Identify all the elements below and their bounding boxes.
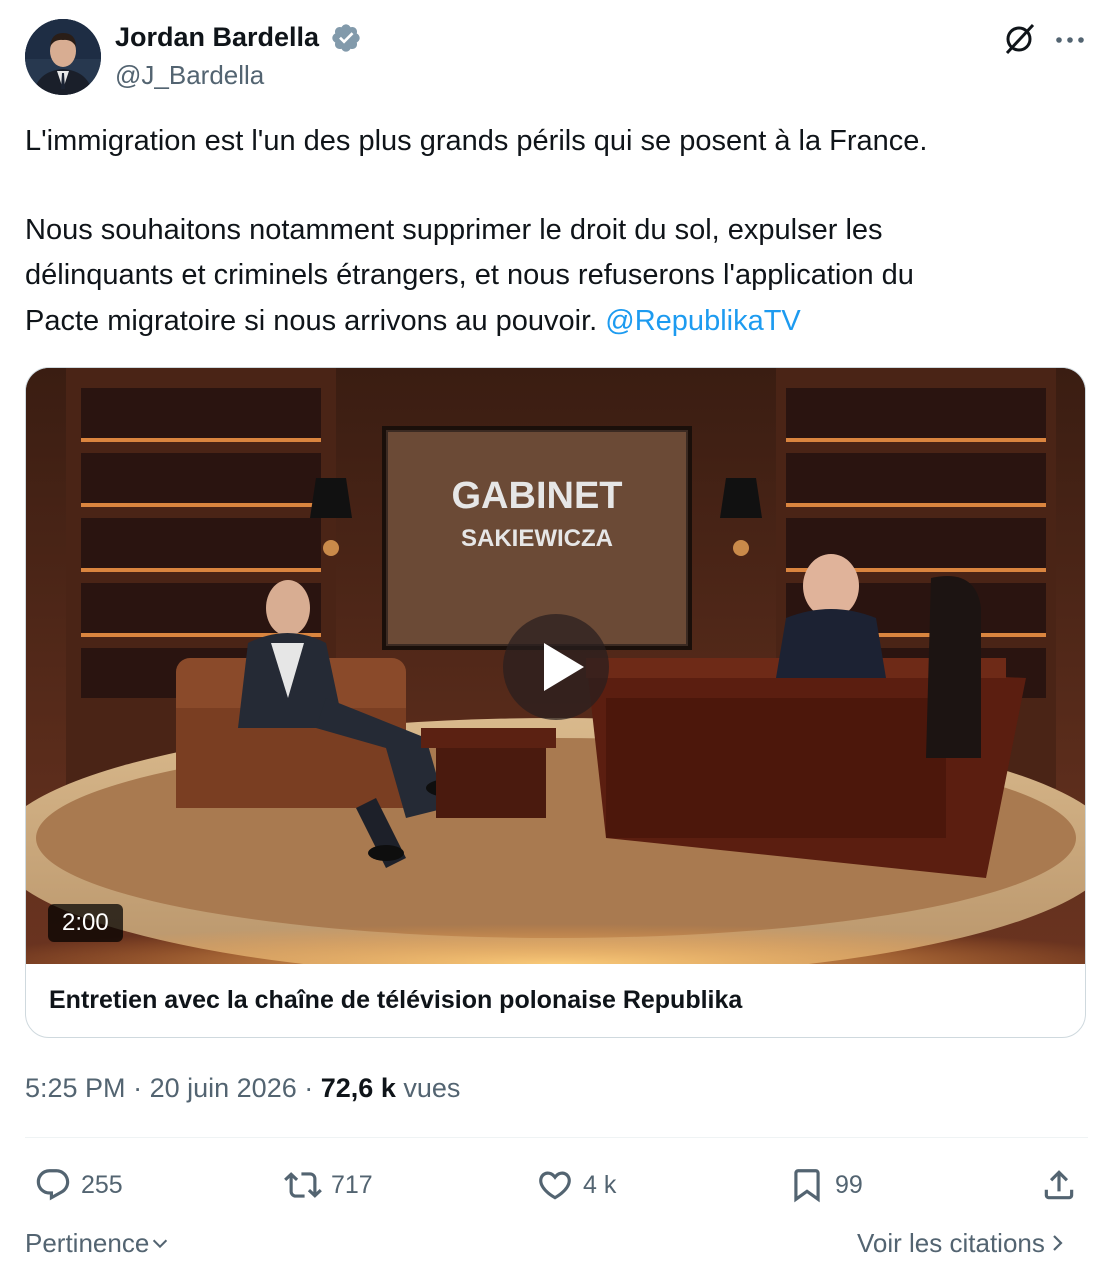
screen-logo-text: GABINET bbox=[452, 475, 623, 517]
video-card[interactable]: GABINET SAKIEWICZA 2:00 Entretien avec l… bbox=[25, 367, 1086, 1038]
bookmark-icon bbox=[794, 1169, 820, 1203]
meta-separator: · bbox=[304, 1073, 314, 1103]
mention-link[interactable]: @RepublikaTV bbox=[605, 305, 800, 337]
tweet-text-line: L'immigration est l'un des plus grands p… bbox=[25, 125, 928, 157]
avatar[interactable] bbox=[25, 19, 101, 95]
sort-label: Pertinence bbox=[25, 1228, 150, 1258]
share-button[interactable] bbox=[1040, 1160, 1078, 1210]
card-title[interactable]: Entretien avec la chaîne de télévision p… bbox=[49, 986, 742, 1015]
chevron-down-icon bbox=[153, 1239, 168, 1249]
retweet-icon bbox=[284, 1172, 322, 1198]
profile-photo-icon bbox=[25, 19, 101, 95]
reply-icon bbox=[36, 1169, 70, 1201]
views-count: 72,6 k bbox=[320, 1073, 396, 1103]
views-label: vues bbox=[403, 1073, 461, 1103]
reply-button[interactable]: 255 bbox=[34, 1160, 123, 1210]
share-icon bbox=[1044, 1170, 1074, 1200]
like-count: 4 k bbox=[583, 1170, 617, 1199]
retweet-button[interactable]: 717 bbox=[284, 1160, 373, 1210]
grok-icon[interactable] bbox=[1000, 20, 1038, 58]
like-button[interactable]: 4 k bbox=[536, 1160, 616, 1210]
tweet-meta: 5:25 PM · 20 juin 2026 · 72,6 k vues bbox=[25, 1068, 460, 1108]
verified-badge-icon[interactable] bbox=[330, 22, 362, 54]
tweet-text-line: délinquants et criminels étrangers, et n… bbox=[25, 259, 914, 291]
retweet-count: 717 bbox=[331, 1170, 373, 1199]
screen-logo-subtext: SAKIEWICZA bbox=[461, 525, 613, 552]
play-button[interactable] bbox=[503, 614, 609, 720]
tweet-text-line: Pacte migratoire si nous arrivons au pou… bbox=[25, 299, 801, 344]
chevron-right-icon bbox=[1053, 1235, 1063, 1251]
bookmark-button[interactable]: 99 bbox=[788, 1160, 863, 1210]
tweet-text-line: Nous souhaitons notamment supprimer le d… bbox=[25, 214, 883, 246]
tweet-time[interactable]: 5:25 PM bbox=[25, 1073, 126, 1103]
quotes-label: Voir les citations bbox=[857, 1228, 1045, 1258]
meta-separator: · bbox=[133, 1073, 143, 1103]
bookmark-count: 99 bbox=[835, 1170, 863, 1199]
tweet-text-end: Pacte migratoire si nous arrivons au pou… bbox=[25, 305, 598, 337]
reply-count: 255 bbox=[81, 1170, 123, 1199]
divider bbox=[25, 1137, 1088, 1138]
sort-dropdown[interactable]: Pertinence bbox=[25, 1224, 171, 1262]
author-handle[interactable]: @J_Bardella bbox=[115, 58, 264, 92]
view-quotes-link[interactable]: Voir les citations bbox=[857, 1224, 1069, 1262]
more-options-icon[interactable] bbox=[1052, 22, 1088, 58]
video-player[interactable]: GABINET SAKIEWICZA 2:00 bbox=[26, 368, 1085, 964]
video-duration: 2:00 bbox=[48, 904, 123, 942]
author-name[interactable]: Jordan Bardella bbox=[115, 19, 319, 55]
heart-icon bbox=[539, 1171, 571, 1200]
tweet-date[interactable]: 20 juin 2026 bbox=[150, 1073, 297, 1103]
